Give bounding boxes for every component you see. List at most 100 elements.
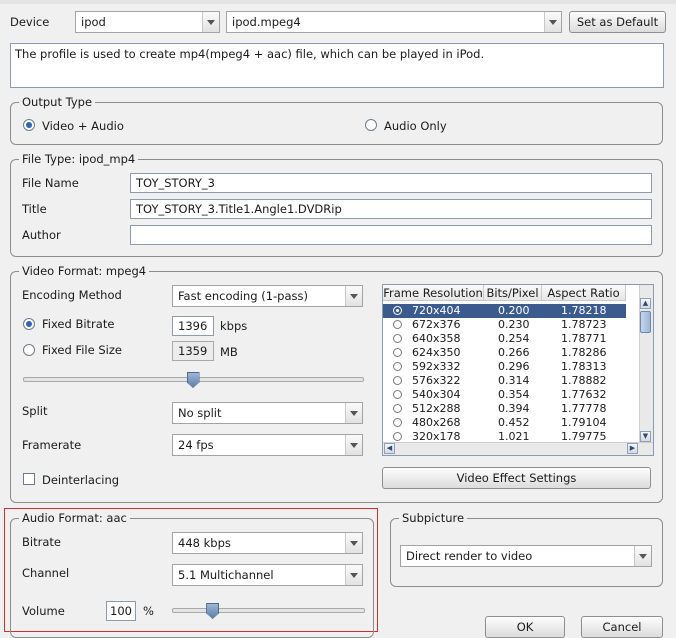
column-header-bits-pixel[interactable]: Bits/Pixel [484,285,542,301]
fixed-file-size-label[interactable]: Fixed File Size [42,343,122,357]
chevron-down-icon[interactable] [345,435,362,455]
file-name-field[interactable]: TOY_STORY_3 [130,173,652,193]
video-effect-settings-button[interactable]: Video Effect Settings [382,467,651,489]
video-format-legend: Video Format: mpeg4 [19,264,150,278]
framerate-label: Framerate [22,438,82,452]
table-cell: 640x358 [412,332,461,345]
row-radio[interactable] [393,432,402,441]
scroll-left-icon[interactable]: ◀ [384,443,395,454]
table-row[interactable]: 512x288 0.394 1.77778 [383,402,626,416]
chevron-down-icon[interactable] [202,12,219,32]
row-radio[interactable] [393,418,402,427]
profile-select[interactable]: ipod.mpeg4 [226,11,562,33]
table-cell: 1.79104 [561,416,607,429]
scroll-right-icon[interactable]: ▶ [627,443,638,454]
table-cell: 0.452 [498,416,530,429]
table-cell: 0.314 [498,374,530,387]
profile-description: The profile is used to create mp4(mpeg4 … [10,43,664,88]
chevron-down-icon[interactable] [634,546,651,566]
table-cell: 1.77632 [561,388,607,401]
file-name-label: File Name [22,176,79,190]
row-radio[interactable] [393,390,402,399]
cancel-button[interactable]: Cancel [581,616,663,638]
table-cell: 1.78218 [561,304,607,317]
title-field[interactable]: TOY_STORY_3.Title1.Angle1.DVDRip [130,199,652,219]
chevron-down-icon[interactable] [544,12,561,32]
row-radio[interactable] [393,334,402,343]
table-row[interactable]: 624x350 0.266 1.78286 [383,346,626,360]
set-as-default-button[interactable]: Set as Default [569,11,666,33]
resolution-table[interactable]: Frame Resolution Bits/Pixel Aspect Ratio… [382,284,654,456]
chevron-down-icon[interactable] [345,286,362,306]
row-radio[interactable] [393,404,402,413]
device-select[interactable]: ipod [75,11,220,33]
fixed-file-size-field: 1359 [172,341,214,361]
row-radio[interactable] [393,362,402,371]
horizontal-scrollbar[interactable]: ◀ ▶ [383,442,653,455]
table-row[interactable]: 640x358 0.254 1.78771 [383,332,626,346]
table-cell: 1.78286 [561,346,607,359]
row-radio[interactable] [393,306,402,315]
ok-button[interactable]: OK [485,616,565,638]
scroll-down-icon[interactable]: ▼ [640,431,651,442]
channel-select[interactable]: 5.1 Multichannel [172,564,363,586]
row-radio[interactable] [393,348,402,357]
vertical-scrollbar[interactable]: ▲ ▼ [639,285,653,455]
table-cell: 624x350 [412,346,461,359]
volume-field[interactable]: 100 [106,601,136,621]
fixed-bitrate-field[interactable]: 1396 [172,316,214,336]
table-cell: 0.254 [498,332,530,345]
table-cell: 480x268 [412,416,461,429]
kbps-unit: kbps [220,319,248,333]
table-row[interactable]: 540x304 0.354 1.77632 [383,388,626,402]
author-label: Author [22,228,61,242]
subpicture-select[interactable]: Direct render to video [400,545,652,567]
audio-only-radio[interactable] [365,119,377,131]
volume-slider-track[interactable] [172,608,365,613]
row-radio[interactable] [393,320,402,329]
deinterlacing-label[interactable]: Deinterlacing [42,473,119,487]
table-cell: 0.296 [498,360,530,373]
split-value: No split [178,406,222,420]
fixed-bitrate-label[interactable]: Fixed Bitrate [42,317,114,331]
scroll-up-icon[interactable]: ▲ [640,298,651,309]
fixed-bitrate-radio[interactable] [23,318,35,330]
chevron-down-icon[interactable] [345,403,362,423]
audio-bitrate-select[interactable]: 448 kbps [172,532,363,554]
video-audio-label[interactable]: Video + Audio [42,119,124,133]
table-cell: 1.78723 [561,318,607,331]
table-row[interactable]: 592x332 0.296 1.78313 [383,360,626,374]
column-header-frame-resolution[interactable]: Frame Resolution [383,285,484,301]
audio-only-label[interactable]: Audio Only [384,119,447,133]
audio-bitrate-value: 448 kbps [178,536,231,550]
table-row[interactable]: 720x404 0.200 1.78218 [383,304,626,318]
table-row[interactable]: 576x322 0.314 1.78882 [383,374,626,388]
channel-label: Channel [22,566,70,580]
scroll-thumb[interactable] [640,311,651,333]
chevron-down-icon[interactable] [345,533,362,553]
split-select[interactable]: No split [172,402,363,424]
table-row[interactable]: 480x268 0.452 1.79104 [383,416,626,430]
file-type-legend: File Type: ipod_mp4 [19,152,139,166]
mb-unit: MB [220,345,238,359]
audio-bitrate-label: Bitrate [22,535,61,549]
column-header-aspect-ratio[interactable]: Aspect Ratio [542,285,626,301]
table-cell: 1.78882 [561,374,607,387]
video-audio-radio[interactable] [23,119,35,131]
fixed-file-size-radio[interactable] [23,344,35,356]
volume-label: Volume [22,604,65,618]
table-cell: 0.200 [498,304,530,317]
table-cell: 512x288 [412,402,461,415]
audio-format-legend: Audio Format: aac [19,511,130,525]
author-field[interactable] [130,225,652,245]
profile-select-value: ipod.mpeg4 [232,15,301,29]
chevron-down-icon[interactable] [345,565,362,585]
deinterlacing-checkbox[interactable] [23,473,35,485]
framerate-select[interactable]: 24 fps [172,434,363,456]
table-cell: 0.230 [498,318,530,331]
table-cell: 592x332 [412,360,461,373]
row-radio[interactable] [393,376,402,385]
subpicture-value: Direct render to video [406,549,533,563]
encoding-method-select[interactable]: Fast encoding (1-pass) [172,285,363,307]
table-row[interactable]: 672x376 0.230 1.78723 [383,318,626,332]
